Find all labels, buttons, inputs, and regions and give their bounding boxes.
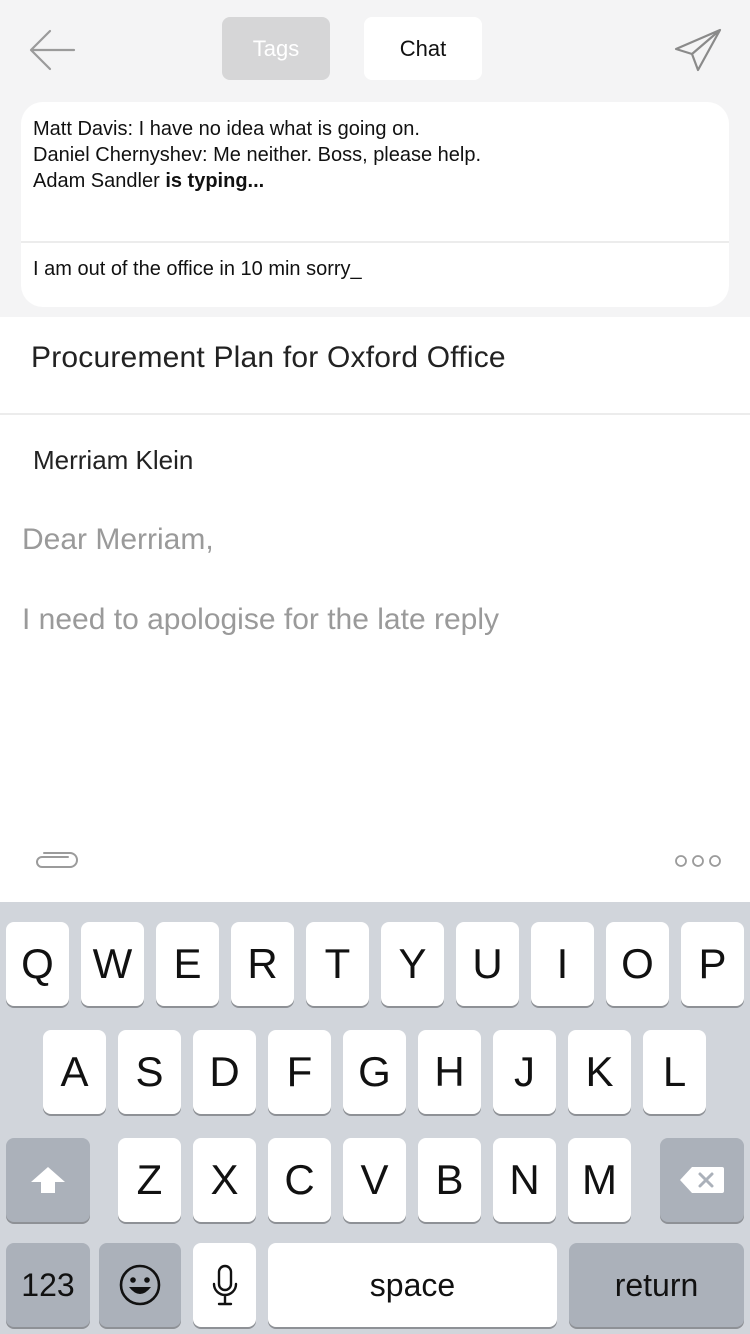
key-u[interactable]: U (456, 922, 519, 1006)
space-key[interactable]: space (268, 1243, 557, 1327)
email-body[interactable]: I need to apologise for the late reply (22, 603, 499, 637)
chat-message: Matt Davis: I have no idea what is going… (33, 118, 420, 140)
key-t[interactable]: T (306, 922, 369, 1006)
microphone-icon (212, 1264, 237, 1306)
key-c[interactable]: C (268, 1138, 331, 1222)
emoji-key[interactable] (99, 1243, 181, 1327)
message-text: I have no idea what is going on. (138, 118, 420, 140)
typing-user: Adam Sandler (33, 170, 160, 192)
key-s[interactable]: S (118, 1030, 181, 1114)
email-recipient[interactable]: Merriam Klein (33, 445, 193, 476)
key-f[interactable]: F (268, 1030, 331, 1114)
key-g[interactable]: G (343, 1030, 406, 1114)
numbers-key[interactable]: 123 (6, 1243, 90, 1327)
key-d[interactable]: D (193, 1030, 256, 1114)
paperclip-icon[interactable] (30, 847, 82, 873)
key-m[interactable]: M (568, 1138, 631, 1222)
key-x[interactable]: X (193, 1138, 256, 1222)
divider (21, 241, 729, 243)
key-r[interactable]: R (231, 922, 294, 1006)
tab-chat[interactable]: Chat (364, 17, 482, 80)
key-e[interactable]: E (156, 922, 219, 1006)
key-p[interactable]: P (681, 922, 744, 1006)
shift-arrow-icon (31, 1167, 65, 1193)
message-sender: Daniel Chernyshev (33, 144, 202, 166)
key-w[interactable]: W (81, 922, 144, 1006)
chat-panel: Matt Davis: I have no idea what is going… (21, 102, 729, 307)
key-j[interactable]: J (493, 1030, 556, 1114)
more-options-icon[interactable] (674, 853, 722, 869)
return-key[interactable]: return (569, 1243, 744, 1327)
email-composer: Procurement Plan for Oxford Office Merri… (0, 317, 750, 902)
key-z[interactable]: Z (118, 1138, 181, 1222)
key-q[interactable]: Q (6, 922, 69, 1006)
message-sender: Matt Davis (33, 118, 128, 140)
email-subject[interactable]: Procurement Plan for Oxford Office (31, 341, 506, 375)
message-text: Me neither. Boss, please help. (213, 144, 482, 166)
tab-tags[interactable]: Tags (222, 17, 330, 80)
key-k[interactable]: K (568, 1030, 631, 1114)
shift-key[interactable] (6, 1138, 90, 1222)
chat-message: Daniel Chernyshev: Me neither. Boss, ple… (33, 144, 482, 166)
chat-input[interactable]: I am out of the office in 10 min sorry_ (33, 258, 362, 281)
paper-plane-icon[interactable] (670, 24, 726, 76)
key-n[interactable]: N (493, 1138, 556, 1222)
emoji-icon (119, 1264, 161, 1306)
keyboard: Q W E R T Y U I O P A S D F G H J K L Z … (0, 902, 750, 1334)
key-i[interactable]: I (531, 922, 594, 1006)
typing-status: is typing... (165, 170, 265, 192)
key-y[interactable]: Y (381, 922, 444, 1006)
key-a[interactable]: A (43, 1030, 106, 1114)
dictation-key[interactable] (193, 1243, 256, 1327)
backspace-icon (680, 1167, 724, 1193)
key-v[interactable]: V (343, 1138, 406, 1222)
key-h[interactable]: H (418, 1030, 481, 1114)
delete-key[interactable] (660, 1138, 744, 1222)
key-l[interactable]: L (643, 1030, 706, 1114)
arrow-left-icon[interactable] (22, 24, 78, 76)
key-o[interactable]: O (606, 922, 669, 1006)
typing-indicator: Adam Sandler is typing... (33, 168, 481, 194)
email-greeting[interactable]: Dear Merriam, (22, 523, 214, 557)
key-b[interactable]: B (418, 1138, 481, 1222)
divider (0, 413, 750, 415)
chat-messages: Matt Davis: I have no idea what is going… (33, 116, 481, 194)
top-bar: Tags Chat (0, 0, 750, 100)
